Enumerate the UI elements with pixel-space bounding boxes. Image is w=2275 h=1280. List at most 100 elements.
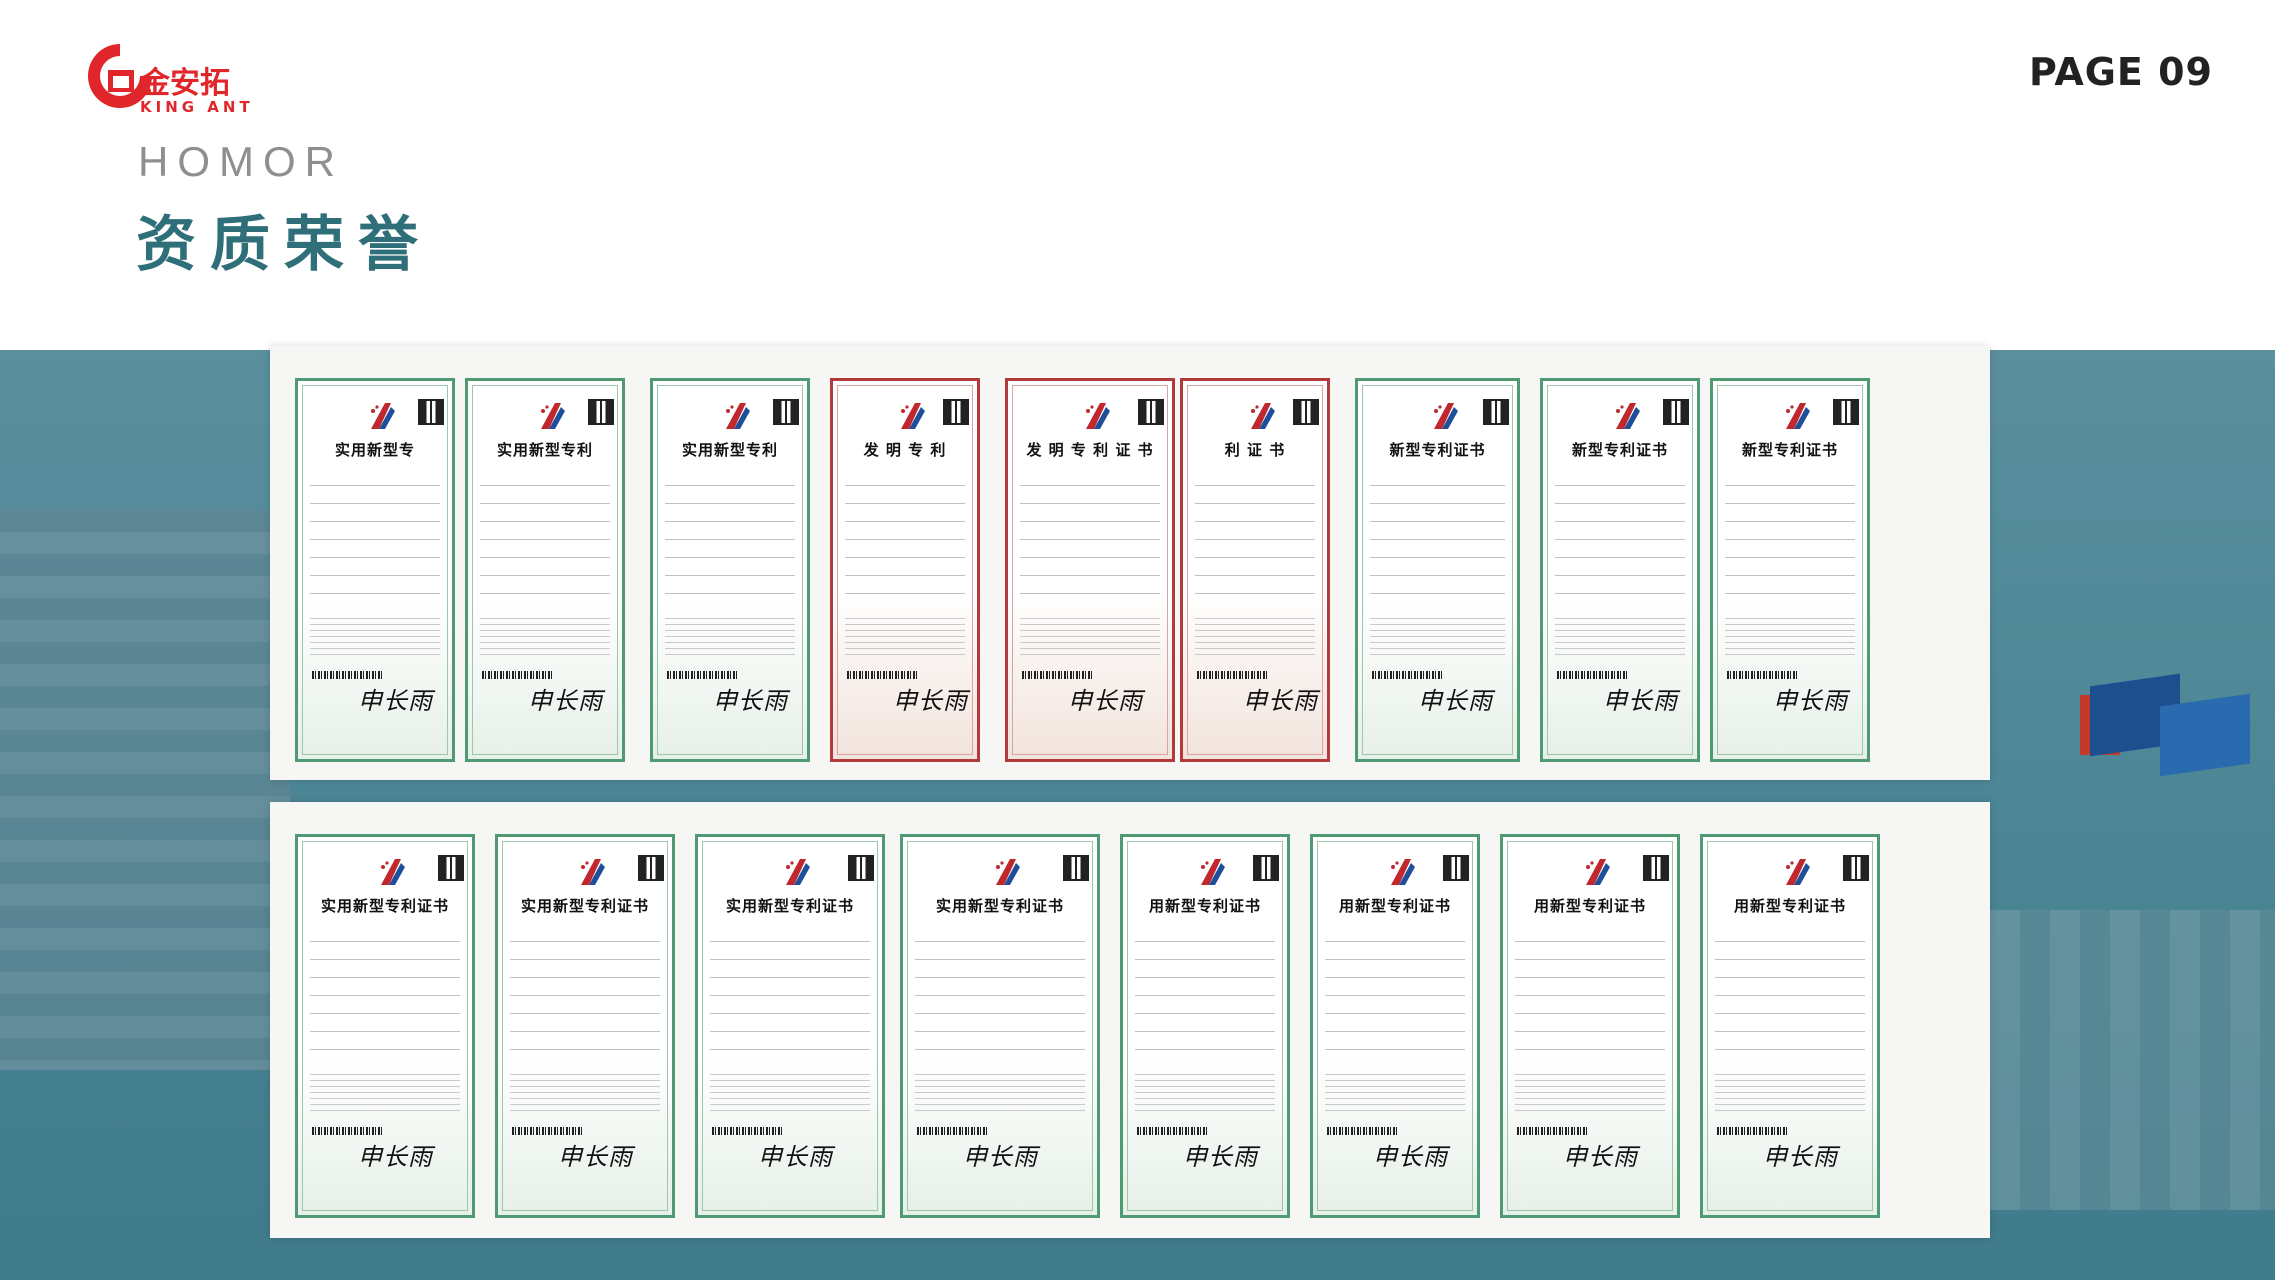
qr-code-icon (1643, 855, 1669, 881)
qr-code-icon (1443, 855, 1469, 881)
cnipa-emblem-icon (381, 859, 405, 885)
signature-icon: 申长雨 (358, 687, 433, 715)
certificate-body-text (1370, 613, 1505, 657)
certificate-body-text (665, 613, 795, 657)
certificate-title: 用新型专利证书 (1533, 897, 1646, 915)
barcode-icon (482, 671, 552, 679)
qr-code-icon (418, 399, 444, 425)
barcode-icon (1717, 1127, 1787, 1135)
certificate-fields (1020, 473, 1160, 603)
qr-code-icon (1663, 399, 1689, 425)
patent-certificate: 用新型专利证书申长雨 (1700, 834, 1880, 1218)
page-number: PAGE 09 (2028, 50, 2213, 94)
certificate-body-text (1020, 613, 1160, 657)
patent-certificate: 用新型专利证书 申长雨 (1120, 834, 1290, 1218)
patent-certificate: 利 证 书申长雨 (1180, 378, 1330, 762)
patent-certificate: 新型专利证书申长雨 (1355, 378, 1520, 762)
certificate-body-text (1325, 1069, 1465, 1113)
certificate-body-text (1195, 613, 1315, 657)
building-left-decoration (0, 510, 290, 1070)
barcode-icon (1197, 671, 1267, 679)
signature-icon: 申长雨 (1763, 1143, 1838, 1171)
certificate-title: 用新型专利证书 (1148, 897, 1261, 915)
brand-name-cn: 金安拓 (140, 66, 230, 101)
qr-code-icon (1293, 399, 1319, 425)
patent-certificate: 发 明 专 利申长雨 (830, 378, 980, 762)
signature-icon: 申长雨 (1603, 687, 1678, 715)
cnipa-emblem-icon (1391, 859, 1415, 885)
certificate-body-text (710, 1069, 870, 1113)
certificate-fields (1555, 473, 1685, 603)
barcode-icon (1727, 671, 1797, 679)
certificate-fields (1135, 929, 1275, 1059)
cnipa-emblem-icon (581, 859, 605, 885)
barcode-icon (312, 1127, 382, 1135)
certificate-body-text (1715, 1069, 1865, 1113)
certificate-title: 实用新型专利证书 (725, 897, 854, 915)
section-title-en: HOMOR (138, 138, 344, 185)
signature-icon: 申长雨 (963, 1143, 1038, 1171)
cnipa-emblem-icon (1201, 859, 1225, 885)
signature-icon: 申长雨 (1373, 1143, 1448, 1171)
qr-code-icon (438, 855, 464, 881)
patent-certificate: 实用新型专利证书申长雨 (695, 834, 885, 1218)
patent-certificate: 实用新型专利 申长雨 (465, 378, 625, 762)
qr-code-icon (1483, 399, 1509, 425)
certificate-fields (710, 929, 870, 1059)
certificate-fields (1195, 473, 1315, 603)
certificate-fields (845, 473, 965, 603)
certificate-body-text (1135, 1069, 1275, 1113)
cnipa-emblem-icon (371, 403, 395, 429)
patent-certificate: 用新型专利证书申长雨 (1310, 834, 1480, 1218)
certificate-fields (1325, 929, 1465, 1059)
qr-code-icon (773, 399, 799, 425)
qr-code-icon (638, 855, 664, 881)
cnipa-emblem-icon (541, 403, 565, 429)
qr-code-icon (1138, 399, 1164, 425)
cnipa-emblem-icon (726, 403, 750, 429)
certificate-title: 实用新型专利证书 (520, 897, 649, 915)
certificate-row-2: 实用新型专利证书 申长雨 实用新型专利证书 申长雨 实用新型专利证书 申长雨 实用新型专利证… (270, 802, 1990, 1238)
certificate-title: 实用新型专 (334, 441, 415, 459)
certificate-title: 用新型专利证书 (1338, 897, 1451, 915)
certificate-body-text (845, 613, 965, 657)
certificate-title: 实用新型专利 (681, 441, 778, 459)
signature-icon: 申长雨 (558, 1143, 633, 1171)
certificate-title: 实用新型专利 (496, 441, 593, 459)
cnipa-emblem-icon (1786, 403, 1810, 429)
barcode-icon (1372, 671, 1442, 679)
barcode-icon (712, 1127, 782, 1135)
certificate-fields (480, 473, 610, 603)
patent-certificate: 实用新型专利 申长雨 (650, 378, 810, 762)
brand-logo: 金安拓 KING ANT (80, 36, 250, 116)
certificate-body-text (310, 1069, 460, 1113)
certificate-body-text (915, 1069, 1085, 1113)
barcode-icon (1137, 1127, 1207, 1135)
certificate-fields (915, 929, 1085, 1059)
certificate-body-text (480, 613, 610, 657)
certificate-fields (1715, 929, 1865, 1059)
barcode-icon (312, 671, 382, 679)
signature-icon: 申长雨 (358, 1143, 433, 1171)
barcode-icon (667, 671, 737, 679)
certificate-title: 用新型专利证书 (1733, 897, 1846, 915)
cnipa-emblem-icon (1086, 403, 1110, 429)
certificate-title: 新型专利证书 (1389, 441, 1486, 459)
barcode-icon (1327, 1127, 1397, 1135)
qr-code-icon (943, 399, 969, 425)
cnipa-emblem-icon (901, 403, 925, 429)
qr-code-icon (1063, 855, 1089, 881)
cnipa-emblem-icon (1586, 859, 1610, 885)
certificate-fields (510, 929, 660, 1059)
barcode-icon (1517, 1127, 1587, 1135)
flag-icon (2160, 693, 2250, 777)
signature-icon: 申长雨 (893, 687, 968, 715)
cnipa-emblem-icon (996, 859, 1020, 885)
qr-code-icon (1833, 399, 1859, 425)
certificate-fields (1725, 473, 1855, 603)
certificate-body-text (1725, 613, 1855, 657)
certificate-body-text (510, 1069, 660, 1113)
signature-icon: 申长雨 (758, 1143, 833, 1171)
signature-icon: 申长雨 (1418, 687, 1493, 715)
patent-certificate: 实用新型专利证书申长雨 (495, 834, 675, 1218)
